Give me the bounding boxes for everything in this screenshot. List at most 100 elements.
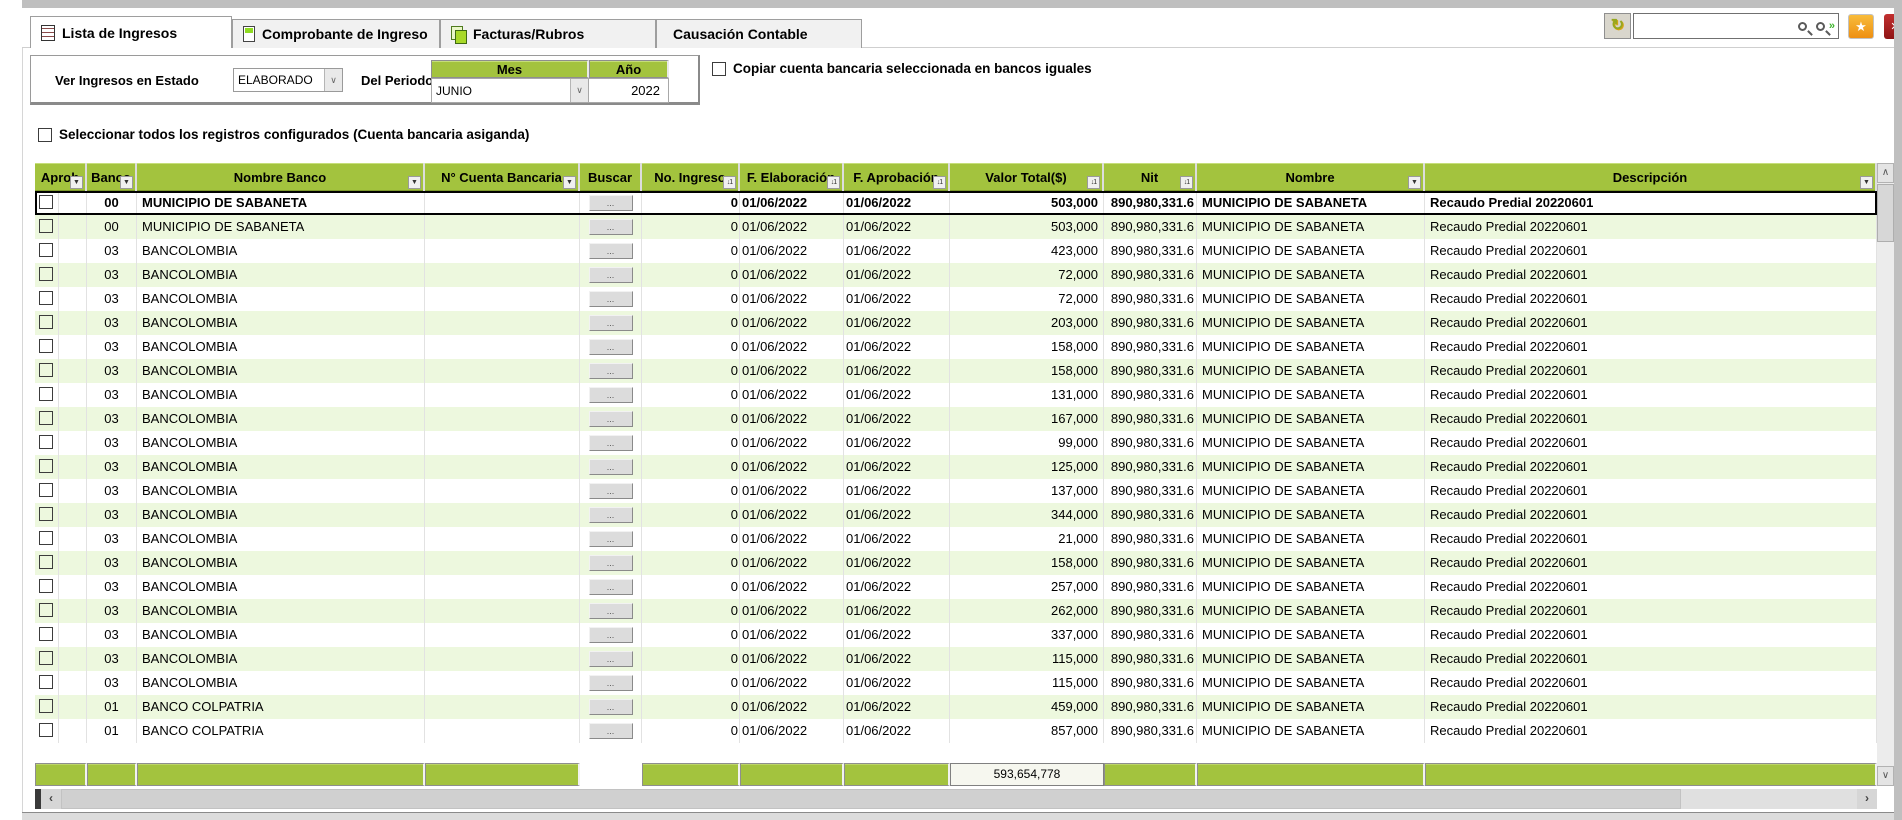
cuenta-bancaria-cell[interactable] bbox=[425, 719, 580, 743]
approve-checkbox[interactable] bbox=[39, 387, 53, 401]
approve-checkbox[interactable] bbox=[39, 243, 53, 257]
buscar-button[interactable]: ... bbox=[589, 315, 633, 331]
approve-checkbox[interactable] bbox=[39, 483, 53, 497]
table-row[interactable]: 03 BANCOLOMBIA ... 0 01/06/2022 01/06/20… bbox=[35, 239, 1877, 263]
cuenta-bancaria-cell[interactable] bbox=[425, 695, 580, 719]
buscar-button[interactable]: ... bbox=[589, 267, 633, 283]
chevron-down-icon[interactable]: ∨ bbox=[570, 79, 588, 102]
cuenta-bancaria-cell[interactable] bbox=[425, 455, 580, 479]
approve-checkbox[interactable] bbox=[39, 363, 53, 377]
cuenta-bancaria-cell[interactable] bbox=[425, 191, 580, 215]
approve-checkbox[interactable] bbox=[39, 459, 53, 473]
buscar-button[interactable]: ... bbox=[589, 195, 633, 211]
column-header-aprob[interactable]: Aprob ▼ bbox=[35, 163, 87, 191]
cuenta-bancaria-cell[interactable] bbox=[425, 263, 580, 287]
chevron-down-icon[interactable]: ∨ bbox=[324, 69, 342, 91]
buscar-button[interactable]: ... bbox=[589, 459, 633, 475]
column-header-banco[interactable]: Banco ▼ bbox=[87, 163, 137, 191]
buscar-button[interactable]: ... bbox=[589, 675, 633, 691]
table-row[interactable]: 01 BANCO COLPATRIA ... 0 01/06/2022 01/0… bbox=[35, 695, 1877, 719]
table-row[interactable]: 03 BANCOLOMBIA ... 0 01/06/2022 01/06/20… bbox=[35, 575, 1877, 599]
approve-checkbox[interactable] bbox=[39, 507, 53, 521]
table-row[interactable]: 03 BANCOLOMBIA ... 0 01/06/2022 01/06/20… bbox=[35, 455, 1877, 479]
approve-checkbox[interactable] bbox=[39, 699, 53, 713]
buscar-button[interactable]: ... bbox=[589, 555, 633, 571]
filter-dropdown-icon[interactable]: ▼ bbox=[70, 176, 83, 189]
buscar-button[interactable]: ... bbox=[589, 219, 633, 235]
table-row[interactable]: 03 BANCOLOMBIA ... 0 01/06/2022 01/06/20… bbox=[35, 359, 1877, 383]
table-row[interactable]: 00 MUNICIPIO DE SABANETA ... 0 01/06/202… bbox=[35, 191, 1877, 215]
buscar-button[interactable]: ... bbox=[589, 603, 633, 619]
estado-select[interactable]: ELABORADO ∨ bbox=[233, 68, 343, 92]
column-header-nit[interactable]: Nit ↓1 bbox=[1104, 163, 1197, 191]
table-row[interactable]: 03 BANCOLOMBIA ... 0 01/06/2022 01/06/20… bbox=[35, 623, 1877, 647]
sort-icon[interactable]: ↓1 bbox=[933, 176, 946, 189]
approve-checkbox[interactable] bbox=[39, 603, 53, 617]
table-row[interactable]: 00 MUNICIPIO DE SABANETA ... 0 01/06/202… bbox=[35, 215, 1877, 239]
filter-dropdown-icon[interactable]: ▼ bbox=[408, 176, 421, 189]
buscar-button[interactable]: ... bbox=[589, 243, 633, 259]
column-header-descripcion[interactable]: Descripción ▼ bbox=[1425, 163, 1877, 191]
filter-dropdown-icon[interactable]: ▼ bbox=[120, 176, 133, 189]
table-row[interactable]: 03 BANCOLOMBIA ... 0 01/06/2022 01/06/20… bbox=[35, 263, 1877, 287]
tab-causacion-contable[interactable]: Causación Contable bbox=[656, 19, 862, 48]
table-row[interactable]: 03 BANCOLOMBIA ... 0 01/06/2022 01/06/20… bbox=[35, 311, 1877, 335]
table-row[interactable]: 03 BANCOLOMBIA ... 0 01/06/2022 01/06/20… bbox=[35, 671, 1877, 695]
horizontal-scrollbar[interactable]: ‹ › bbox=[35, 789, 1877, 809]
select-all-checkbox[interactable] bbox=[38, 128, 52, 142]
cuenta-bancaria-cell[interactable] bbox=[425, 623, 580, 647]
filter-dropdown-icon[interactable]: ▼ bbox=[1408, 176, 1421, 189]
search-next-icon[interactable] bbox=[1816, 22, 1825, 31]
column-header-nombre[interactable]: Nombre ▼ bbox=[1197, 163, 1425, 191]
tab-facturas-rubros[interactable]: Facturas/Rubros bbox=[440, 19, 656, 48]
search-input[interactable] bbox=[1634, 14, 1798, 38]
buscar-button[interactable]: ... bbox=[589, 339, 633, 355]
table-row[interactable]: 03 BANCOLOMBIA ... 0 01/06/2022 01/06/20… bbox=[35, 287, 1877, 311]
sort-icon[interactable]: ↓1 bbox=[723, 176, 736, 189]
cuenta-bancaria-cell[interactable] bbox=[425, 407, 580, 431]
table-row[interactable]: 03 BANCOLOMBIA ... 0 01/06/2022 01/06/20… bbox=[35, 503, 1877, 527]
buscar-button[interactable]: ... bbox=[589, 699, 633, 715]
table-row[interactable]: 03 BANCOLOMBIA ... 0 01/06/2022 01/06/20… bbox=[35, 407, 1877, 431]
approve-checkbox[interactable] bbox=[39, 579, 53, 593]
column-header-valor-total[interactable]: Valor Total($) ↓1 bbox=[950, 163, 1104, 191]
search-icon[interactable] bbox=[1798, 22, 1807, 31]
buscar-button[interactable]: ... bbox=[589, 531, 633, 547]
buscar-button[interactable]: ... bbox=[589, 435, 633, 451]
table-row[interactable]: 03 BANCOLOMBIA ... 0 01/06/2022 01/06/20… bbox=[35, 551, 1877, 575]
sort-icon[interactable]: ↓1 bbox=[827, 176, 840, 189]
buscar-button[interactable]: ... bbox=[589, 723, 633, 739]
buscar-button[interactable]: ... bbox=[589, 579, 633, 595]
approve-checkbox[interactable] bbox=[39, 411, 53, 425]
cuenta-bancaria-cell[interactable] bbox=[425, 551, 580, 575]
approve-checkbox[interactable] bbox=[39, 531, 53, 545]
sort-icon[interactable]: ↓1 bbox=[1087, 176, 1100, 189]
filter-dropdown-icon[interactable]: ▼ bbox=[1860, 176, 1873, 189]
scroll-up-icon[interactable]: ∧ bbox=[1877, 163, 1894, 183]
cuenta-bancaria-cell[interactable] bbox=[425, 527, 580, 551]
table-row[interactable]: 03 BANCOLOMBIA ... 0 01/06/2022 01/06/20… bbox=[35, 599, 1877, 623]
scroll-left-icon[interactable]: ‹ bbox=[41, 789, 61, 809]
approve-checkbox[interactable] bbox=[39, 315, 53, 329]
table-row[interactable]: 03 BANCOLOMBIA ... 0 01/06/2022 01/06/20… bbox=[35, 527, 1877, 551]
vertical-scrollbar-thumb[interactable] bbox=[1877, 184, 1894, 242]
approve-checkbox[interactable] bbox=[39, 219, 53, 233]
approve-checkbox[interactable] bbox=[39, 195, 53, 209]
buscar-button[interactable]: ... bbox=[589, 507, 633, 523]
approve-checkbox[interactable] bbox=[39, 627, 53, 641]
column-header-f-aprobacion[interactable]: F. Aprobación ↓1 bbox=[844, 163, 950, 191]
anio-field[interactable]: 2022 bbox=[589, 78, 669, 103]
cuenta-bancaria-cell[interactable] bbox=[425, 311, 580, 335]
approve-checkbox[interactable] bbox=[39, 675, 53, 689]
copiar-cuenta-checkbox[interactable] bbox=[712, 62, 726, 76]
approve-checkbox[interactable] bbox=[39, 267, 53, 281]
buscar-button[interactable]: ... bbox=[589, 651, 633, 667]
cuenta-bancaria-cell[interactable] bbox=[425, 215, 580, 239]
cuenta-bancaria-cell[interactable] bbox=[425, 479, 580, 503]
horizontal-scrollbar-thumb[interactable] bbox=[61, 789, 1681, 809]
cuenta-bancaria-cell[interactable] bbox=[425, 647, 580, 671]
cuenta-bancaria-cell[interactable] bbox=[425, 239, 580, 263]
sort-icon[interactable]: ↓1 bbox=[1180, 176, 1193, 189]
cuenta-bancaria-cell[interactable] bbox=[425, 359, 580, 383]
column-header-no-ingreso[interactable]: No. Ingreso ↓1 bbox=[642, 163, 740, 191]
